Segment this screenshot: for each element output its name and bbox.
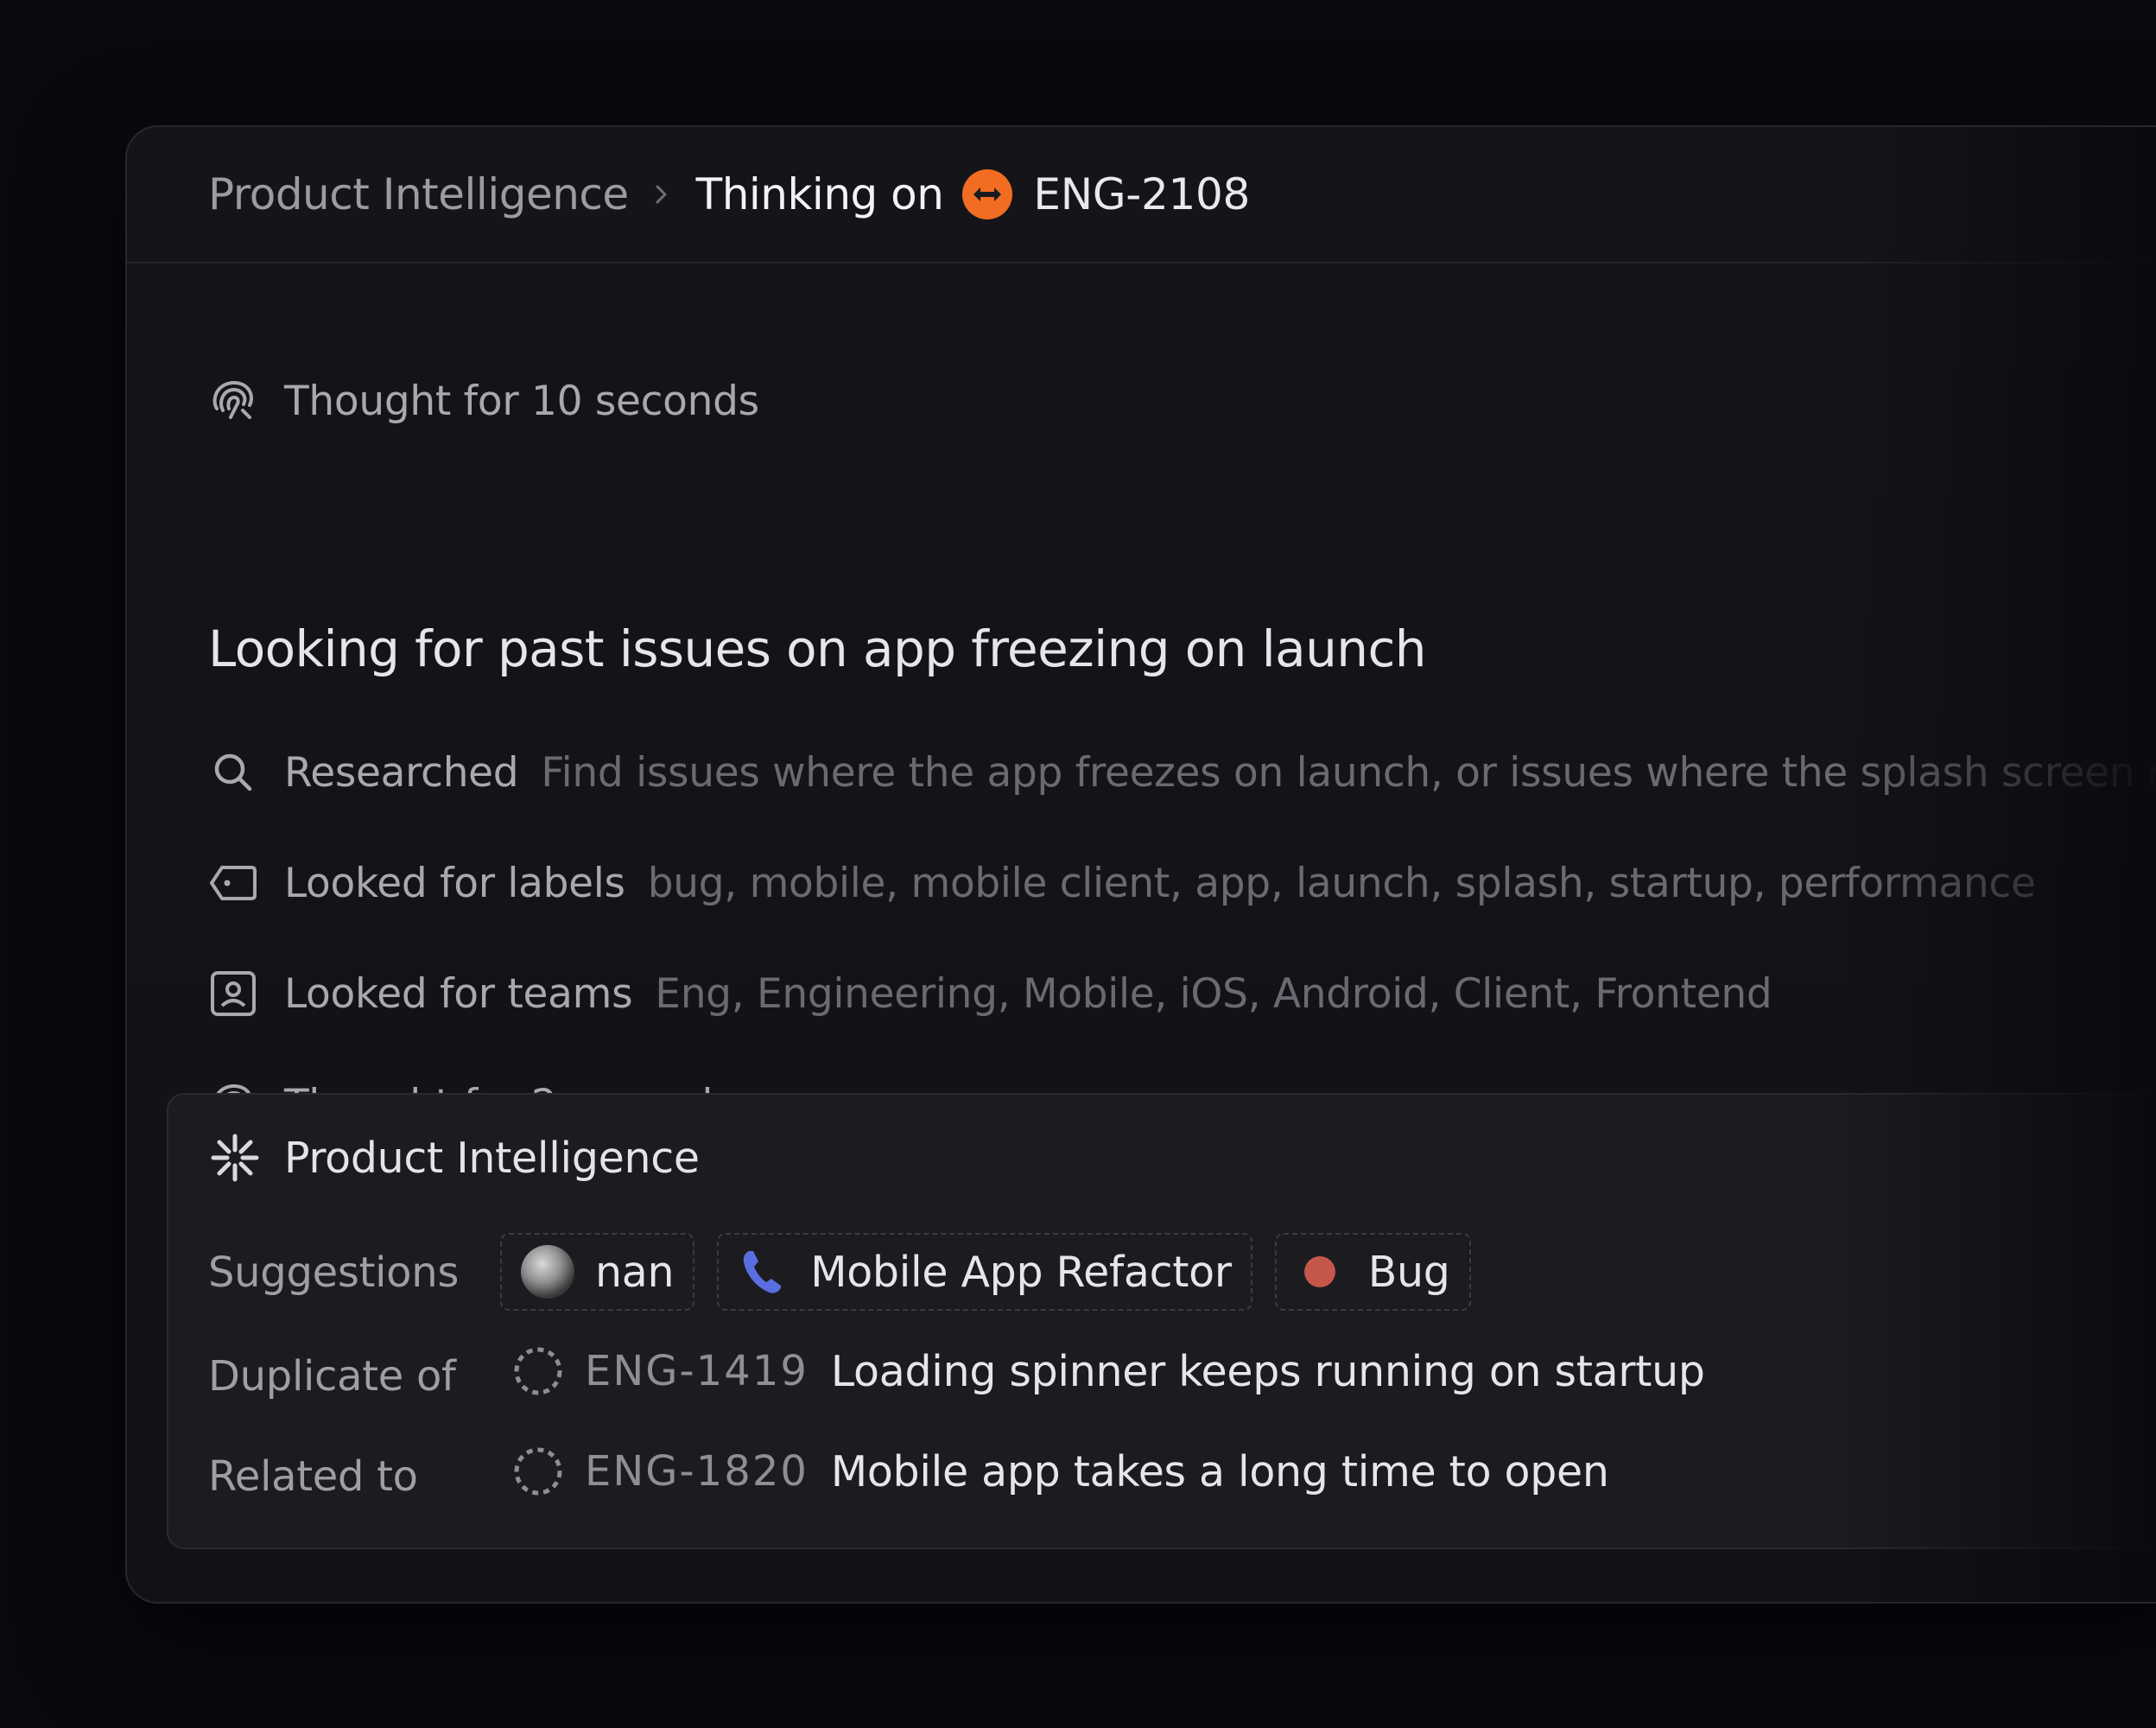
step-researched[interactable]: Researched Find issues where the app fre…	[208, 747, 2156, 797]
issue-priority-icon	[962, 169, 1013, 219]
card-title-text: Product Intelligence	[284, 1133, 700, 1183]
bug-dot-icon	[1296, 1248, 1344, 1296]
duplicate-label: Duplicate of	[208, 1352, 456, 1401]
avatar	[521, 1245, 574, 1299]
issue-title: Mobile app takes a long time to open	[830, 1446, 1609, 1496]
issue-id: ENG-1419	[585, 1347, 808, 1395]
breadcrumb: Product Intelligence Thinking on ENG-210…	[127, 127, 2156, 264]
phone-icon	[738, 1248, 786, 1296]
thinking-heading: Looking for past issues on app freezing …	[208, 619, 1427, 678]
thought-row-first[interactable]: Thought for 10 seconds	[208, 376, 759, 426]
chip-text: Bug	[1367, 1247, 1450, 1297]
thought-icon	[208, 376, 258, 426]
intelligence-panel: Product Intelligence Thinking on ENG-210…	[125, 125, 2156, 1604]
step-teams[interactable]: Looked for teams Eng, Engineering, Mobil…	[208, 969, 1772, 1019]
card-title: Product Intelligence	[208, 1131, 700, 1185]
issue-id: ENG-1820	[585, 1447, 808, 1496]
chip-text: nan	[595, 1247, 675, 1297]
sparkle-icon	[208, 1131, 262, 1185]
status-backlog-icon	[512, 1345, 564, 1397]
chevron-right-icon	[653, 181, 670, 207]
product-intelligence-card: Product Intelligence Suggestions nan Mob…	[167, 1093, 2156, 1549]
status-backlog-icon	[512, 1445, 564, 1497]
step-label: Looked for teams	[284, 969, 633, 1018]
issue-title: Loading spinner keeps running on startup	[830, 1346, 1705, 1396]
step-labels[interactable]: Looked for labels bug, mobile, mobile cl…	[208, 858, 2036, 908]
breadcrumb-current: Thinking on	[695, 169, 944, 219]
search-icon	[208, 747, 258, 797]
thought-duration: Thought for 10 seconds	[284, 377, 759, 425]
suggestion-chip-project[interactable]: Mobile App Refactor	[717, 1233, 1252, 1311]
related-issue[interactable]: ENG-1820 Mobile app takes a long time to…	[512, 1445, 1609, 1497]
step-detail: Find issues where the app freezes on lau…	[541, 748, 2156, 797]
breadcrumb-issue-id[interactable]: ENG-2108	[1033, 169, 1250, 219]
suggestion-chips: nan Mobile App Refactor Bug	[500, 1233, 1471, 1311]
step-detail: bug, mobile, mobile client, app, launch,…	[647, 859, 2036, 907]
team-icon	[208, 969, 258, 1019]
suggestion-chip-assignee[interactable]: nan	[500, 1233, 695, 1311]
step-detail: Eng, Engineering, Mobile, iOS, Android, …	[655, 969, 1772, 1018]
step-label: Researched	[284, 748, 519, 797]
suggestions-label: Suggestions	[208, 1248, 460, 1297]
step-label: Looked for labels	[284, 859, 625, 907]
label-icon	[208, 858, 258, 908]
related-label: Related to	[208, 1452, 418, 1501]
duplicate-issue[interactable]: ENG-1419 Loading spinner keeps running o…	[512, 1345, 1705, 1397]
chip-text: Mobile App Refactor	[810, 1247, 1232, 1297]
suggestion-chip-label[interactable]: Bug	[1274, 1233, 1471, 1311]
breadcrumb-parent[interactable]: Product Intelligence	[208, 169, 629, 219]
